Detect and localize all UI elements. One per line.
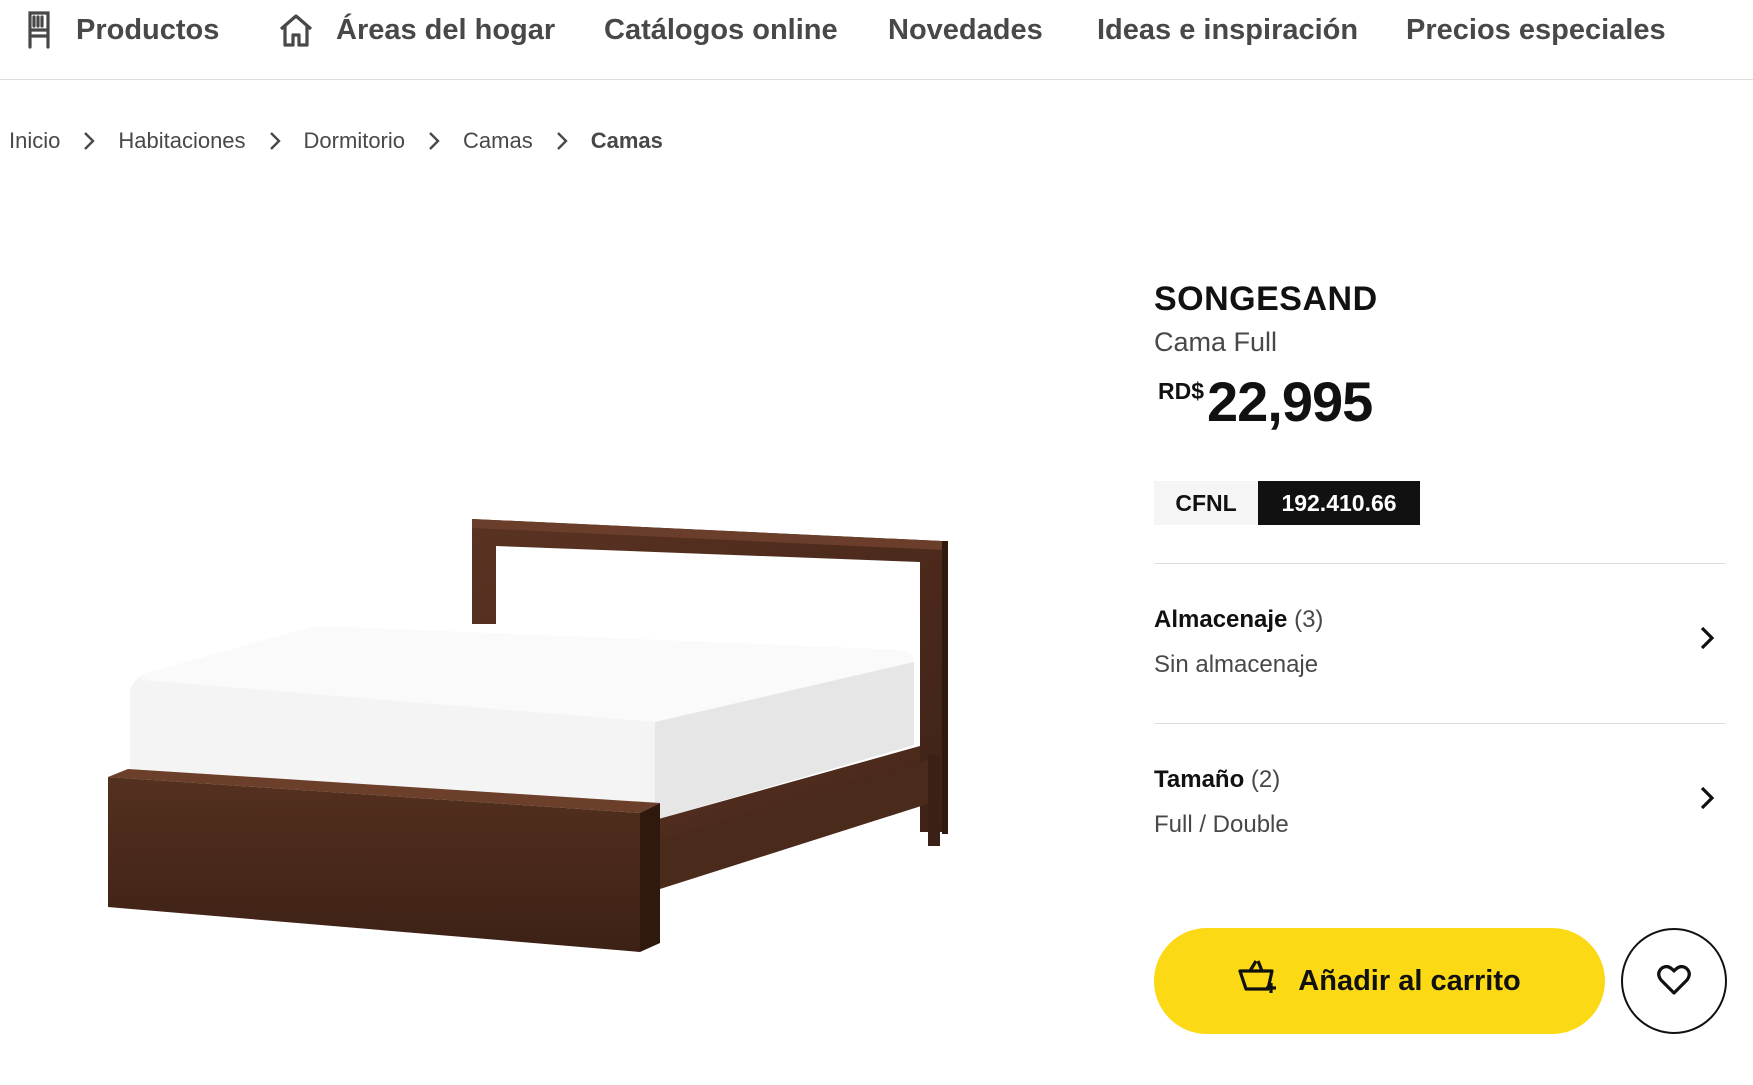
home-icon: [278, 12, 314, 48]
nav-item-novedades[interactable]: Novedades: [888, 12, 1043, 48]
product-info: SONGESAND Cama Full RD$ 22,995 CFNL 192.…: [1154, 280, 1726, 525]
option-value: Sin almacenaje: [1154, 651, 1319, 678]
product-name: SONGESAND: [1154, 280, 1378, 318]
price-value: 22,995: [1207, 370, 1373, 433]
heart-icon: [1657, 964, 1691, 998]
nav-item-ideas-e-inspiracion[interactable]: Ideas e inspiración: [1097, 12, 1358, 48]
chevron-right-icon: [1700, 786, 1715, 815]
nav-item-label: Catálogos online: [604, 13, 838, 46]
basket-add-icon: [1238, 959, 1280, 1003]
chevron-right-icon: [60, 124, 118, 158]
option-count: (3): [1294, 606, 1324, 633]
option-title: Almacenaje (3): [1154, 606, 1323, 634]
product-tag: CFNL 192.410.66: [1154, 481, 1726, 525]
option-storage[interactable]: Almacenaje (3) Sin almacenaje: [1154, 563, 1726, 723]
breadcrumb-link-camas[interactable]: Camas: [463, 128, 533, 154]
nav-item-productos[interactable]: Productos: [24, 10, 220, 50]
product-description: Cama Full: [1154, 327, 1278, 357]
option-count: (2): [1250, 766, 1281, 793]
breadcrumb-link-dormitorio[interactable]: Dormitorio: [304, 128, 405, 154]
option-title-text: Tamaño: [1154, 766, 1245, 793]
chevron-right-icon: [405, 124, 463, 158]
price-currency: RD$: [1158, 378, 1205, 404]
chair-icon: [24, 10, 54, 50]
chevron-right-icon: [1700, 626, 1715, 655]
article-number: 192.410.66: [1258, 481, 1420, 525]
breadcrumb: Inicio Habitaciones Dormitorio Camas Cam…: [9, 124, 663, 158]
bed-frame-image: [108, 519, 948, 952]
nav-item-label: Precios especiales: [1406, 13, 1666, 46]
top-navigation: Productos Áreas del hogar Catálogos onli…: [0, 0, 1753, 80]
option-title-text: Almacenaje: [1154, 606, 1288, 633]
favorite-button[interactable]: [1621, 928, 1727, 1034]
nav-item-label: Productos: [76, 13, 220, 46]
add-to-cart-button[interactable]: Añadir al carrito: [1154, 928, 1605, 1034]
nav-item-catalogos-online[interactable]: Catálogos online: [604, 12, 838, 48]
nav-item-precios-especiales[interactable]: Precios especiales: [1406, 12, 1666, 48]
breadcrumb-link-inicio[interactable]: Inicio: [9, 128, 60, 154]
breadcrumb-link-habitaciones[interactable]: Habitaciones: [118, 128, 245, 154]
add-to-cart-label: Añadir al carrito: [1298, 964, 1521, 997]
option-title: Tamaño (2): [1154, 766, 1280, 794]
nav-item-label: Novedades: [888, 13, 1043, 46]
option-value: Full / Double: [1154, 811, 1289, 838]
chevron-right-icon: [246, 124, 304, 158]
nav-item-areas-del-hogar[interactable]: Áreas del hogar: [278, 12, 555, 48]
option-size[interactable]: Tamaño (2) Full / Double: [1154, 723, 1726, 883]
chevron-right-icon: [533, 124, 591, 158]
product-image[interactable]: [80, 500, 980, 1080]
nav-item-label: Ideas e inspiración: [1097, 13, 1359, 46]
breadcrumb-current: Camas: [590, 128, 663, 153]
nav-item-label: Áreas del hogar: [336, 13, 556, 46]
product-price: RD$ 22,995: [1154, 371, 1726, 437]
tag-label: CFNL: [1154, 481, 1258, 525]
